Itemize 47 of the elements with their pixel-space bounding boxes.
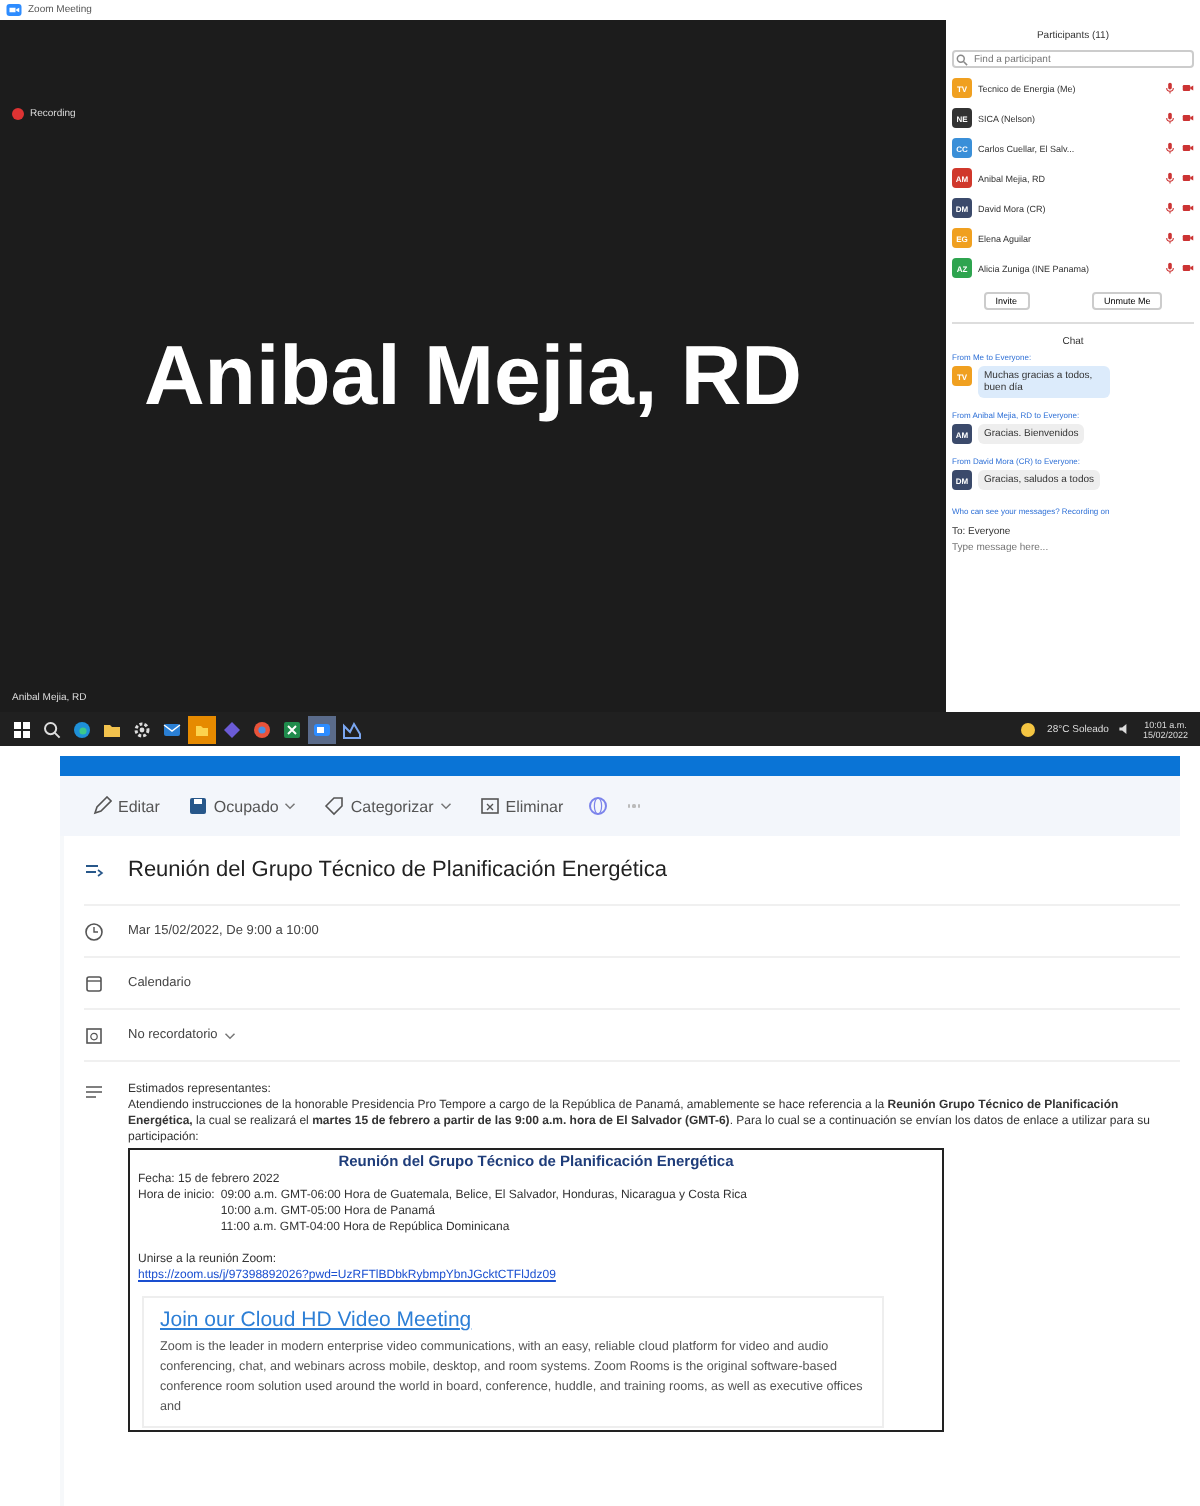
video-camera-icon xyxy=(1182,142,1194,154)
browser-icon[interactable] xyxy=(72,719,92,739)
microphone-icon xyxy=(1164,112,1176,124)
tag-icon xyxy=(324,796,345,816)
mail-icon[interactable] xyxy=(162,719,182,739)
pencil-icon xyxy=(92,796,112,816)
chevron-icon xyxy=(284,802,297,810)
folder-icon[interactable] xyxy=(102,719,122,739)
windows-icon[interactable] xyxy=(12,719,32,739)
camera-icon[interactable] xyxy=(312,719,332,739)
toolbar-button[interactable]: Eliminar xyxy=(475,792,568,820)
reminder-icon xyxy=(84,1025,104,1045)
chevron-icon xyxy=(223,1031,236,1039)
microphone-icon xyxy=(1164,172,1176,184)
clock-icon xyxy=(84,921,104,941)
weather-icon[interactable] xyxy=(1017,719,1038,739)
microphone-icon xyxy=(1164,262,1176,274)
spreadsheet-icon[interactable] xyxy=(282,719,302,739)
calendar-icon xyxy=(84,973,104,993)
preview-title[interactable]: Join our Cloud HD Video Meeting xyxy=(160,1306,472,1334)
settings-icon[interactable] xyxy=(132,719,152,739)
floppy-icon xyxy=(187,796,208,816)
event-title: Reunión del Grupo Técnico de Planificación Energética xyxy=(128,858,667,882)
microphone-icon xyxy=(1164,202,1176,214)
microphone-icon xyxy=(1164,82,1176,94)
browser-icon[interactable] xyxy=(252,719,272,739)
chevron-icon xyxy=(439,802,452,810)
search-icon[interactable] xyxy=(42,719,62,739)
video-camera-icon xyxy=(1182,82,1194,94)
speaker-name: Anibal Mejia, RD xyxy=(143,326,803,426)
globe-icon[interactable] xyxy=(587,796,608,816)
toolbar-button[interactable]: Editar xyxy=(88,792,164,820)
video-camera-icon xyxy=(1182,232,1194,244)
toolbar-button[interactable]: Categorizar xyxy=(320,792,456,820)
calendar-sync-icon xyxy=(84,860,104,880)
video-camera-icon xyxy=(1182,262,1194,274)
microphone-icon xyxy=(1164,142,1176,154)
calendar-delete-icon xyxy=(479,796,500,816)
chart-icon[interactable] xyxy=(342,719,362,739)
record-icon xyxy=(12,108,24,120)
microphone-icon xyxy=(1164,232,1176,244)
video-camera-icon xyxy=(1182,202,1194,214)
video-camera-icon xyxy=(1182,112,1194,124)
video-camera-icon xyxy=(1182,172,1194,184)
chat-app-icon[interactable] xyxy=(222,719,242,739)
toolbar-button[interactable]: Ocupado xyxy=(183,792,301,820)
notes-icon xyxy=(84,1082,104,1102)
